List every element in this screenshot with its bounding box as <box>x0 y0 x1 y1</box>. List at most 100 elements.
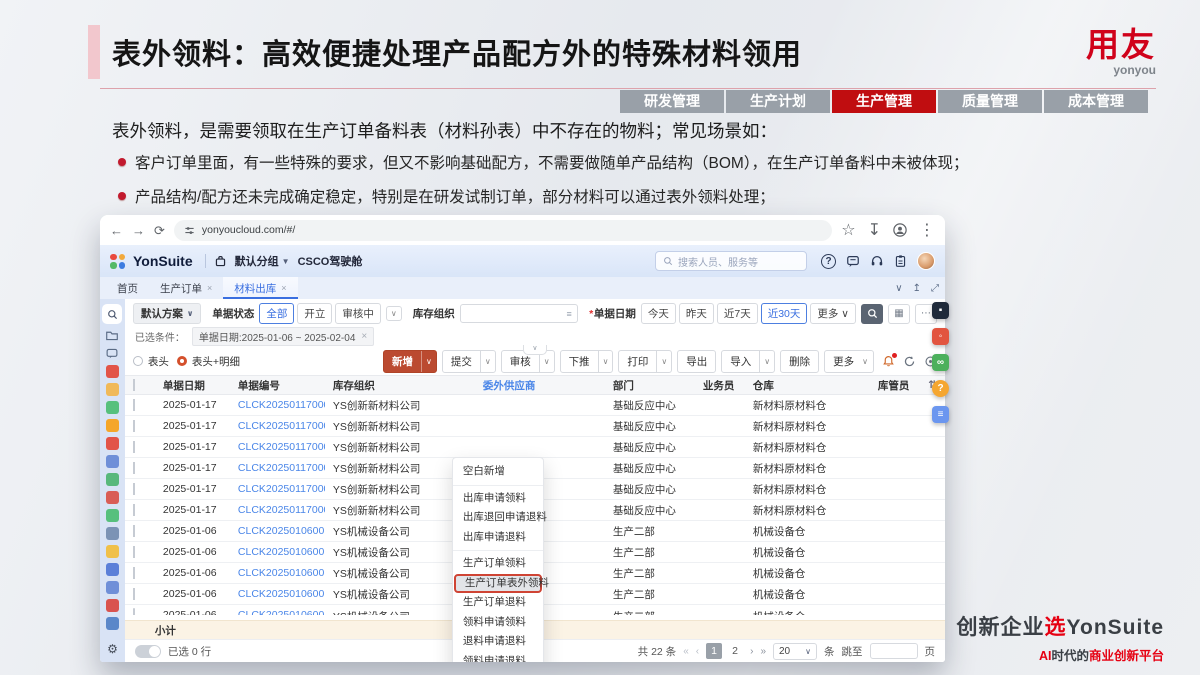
refresh-icon[interactable] <box>903 355 916 368</box>
assistant-clipboard-icon[interactable]: ≡ <box>932 406 949 423</box>
menu-item[interactable]: 出库申请退料 <box>453 528 543 548</box>
menu-item[interactable]: 领料申请领料 <box>453 613 543 633</box>
filter-search-button[interactable] <box>861 304 883 324</box>
menu-item[interactable]: 退料申请退料 <box>453 632 543 652</box>
row-checkbox[interactable] <box>133 608 135 615</box>
last-page-icon[interactable]: » <box>760 646 766 657</box>
scheme-selector[interactable]: 默认方案∨ <box>133 303 202 324</box>
module-tab[interactable]: 成本管理 <box>1044 90 1148 113</box>
dock-app-icon[interactable] <box>106 527 119 540</box>
date-option[interactable]: 昨天 <box>679 303 714 324</box>
menu-item[interactable]: 出库申请领料 <box>453 489 543 509</box>
menu-item[interactable]: 出库退回申请退料 <box>453 508 543 528</box>
user-avatar[interactable] <box>917 252 935 270</box>
dock-app-icon[interactable] <box>106 491 119 504</box>
dock-app-icon[interactable] <box>106 599 119 612</box>
org-input[interactable]: ≡ <box>460 304 578 323</box>
toolbar-button[interactable]: 导入∨ <box>721 350 775 373</box>
toolbar-button[interactable]: 删除 <box>780 350 819 373</box>
browser-menu-icon[interactable]: ⋮ <box>919 220 935 240</box>
date-option[interactable]: 近30天 <box>761 303 808 324</box>
group-selector[interactable]: 默认分组▼ <box>235 253 290 269</box>
status-option[interactable]: 开立 <box>297 303 332 324</box>
row-checkbox[interactable] <box>133 567 135 579</box>
cell-document-link[interactable]: CLCK2025010600... <box>230 525 325 537</box>
cell-document-link[interactable]: CLCK20250117000... <box>230 441 325 453</box>
first-page-icon[interactable]: « <box>683 646 689 657</box>
toolbar-button[interactable]: 提交∨ <box>442 350 496 373</box>
module-tab[interactable]: 生产管理 <box>832 90 936 113</box>
menu-item[interactable]: 领料申请退料 <box>453 652 543 663</box>
remove-tag-icon[interactable]: × <box>361 331 367 342</box>
row-checkbox[interactable] <box>133 399 135 411</box>
row-checkbox[interactable] <box>133 441 135 453</box>
profile-icon[interactable] <box>893 223 907 237</box>
tasks-icon[interactable] <box>894 254 907 268</box>
dock-chat-icon[interactable] <box>105 347 119 360</box>
close-tab-icon[interactable]: × <box>281 283 286 293</box>
page-number[interactable]: 2 <box>727 643 743 659</box>
row-checkbox[interactable] <box>133 504 135 516</box>
menu-item-highlighted[interactable]: 生产订单表外领料 <box>454 574 542 594</box>
collapse-filter-button[interactable]: ∨ <box>523 345 547 355</box>
assistant-red-app-icon[interactable]: ◦ <box>932 328 949 345</box>
bookmark-star-icon[interactable]: ☆ <box>841 220 855 240</box>
cell-document-link[interactable]: CLCK20250117000... <box>230 483 325 495</box>
split-caret-icon[interactable]: ∨ <box>759 351 774 372</box>
fullscreen-icon[interactable]: ⤢ <box>931 283 939 294</box>
menu-item[interactable]: 空白新增 <box>453 462 543 482</box>
date-option[interactable]: 更多 ∨ <box>810 303 856 324</box>
module-tab[interactable]: 研发管理 <box>620 90 724 113</box>
split-caret-icon[interactable]: ∨ <box>598 351 613 372</box>
date-option[interactable]: 今天 <box>641 303 676 324</box>
page-tab[interactable]: 材料出库× <box>223 277 297 299</box>
reload-icon[interactable]: ⟳ <box>154 224 165 237</box>
headset-icon[interactable] <box>870 254 884 268</box>
dock-folder-icon[interactable] <box>105 329 119 342</box>
row-checkbox[interactable] <box>133 462 135 474</box>
cell-document-link[interactable]: CLCK20250117000... <box>230 504 325 516</box>
dock-app-icon[interactable] <box>106 455 119 468</box>
assistant-help-icon[interactable]: ? <box>932 380 949 397</box>
dock-app-icon[interactable] <box>106 545 119 558</box>
dock-app-icon[interactable] <box>106 581 119 594</box>
toolbar-button[interactable]: 更多∨ <box>824 350 874 373</box>
dock-app-icon[interactable] <box>106 401 119 414</box>
row-checkbox[interactable] <box>133 420 135 432</box>
select-all-checkbox[interactable] <box>133 379 135 391</box>
dock-app-icon[interactable] <box>106 419 119 432</box>
toolbar-button[interactable]: 下推∨ <box>560 350 614 373</box>
page-tab[interactable]: 首页 <box>106 277 149 299</box>
assistant-briefcase-icon[interactable]: ▪ <box>932 302 949 319</box>
status-option[interactable]: 审核中 <box>335 303 381 324</box>
cell-document-link[interactable]: CLCK2025010600... <box>230 546 325 558</box>
toolbar-button[interactable]: 打印∨ <box>618 350 672 373</box>
next-page-icon[interactable]: › <box>750 646 753 657</box>
workspace-name[interactable]: CSCO驾驶舱 <box>298 253 363 269</box>
menu-item[interactable]: 生产订单领料 <box>453 554 543 574</box>
assistant-link-icon[interactable]: ∞ <box>932 354 949 371</box>
dock-app-icon[interactable] <box>106 509 119 522</box>
close-tab-icon[interactable]: × <box>207 283 212 293</box>
cell-document-link[interactable]: CLCK20250117000... <box>230 462 325 474</box>
forward-icon[interactable]: → <box>132 224 145 237</box>
menu-item[interactable]: 生产订单退料 <box>453 593 543 613</box>
dock-app-icon[interactable] <box>106 473 119 486</box>
cell-document-link[interactable]: CLCK20250117000... <box>230 399 325 411</box>
back-icon[interactable]: ← <box>110 224 123 237</box>
jump-page-input[interactable] <box>870 643 918 659</box>
row-checkbox[interactable] <box>133 588 135 600</box>
pin-up-icon[interactable]: ↥ <box>913 283 921 294</box>
help-icon[interactable]: ? <box>821 254 836 269</box>
status-option[interactable]: 全部 <box>259 303 294 324</box>
row-checkbox[interactable] <box>133 525 135 537</box>
workspace-icon[interactable] <box>214 255 227 268</box>
notification-bell-icon[interactable] <box>882 355 895 368</box>
toolbar-button[interactable]: 导出 <box>677 350 716 373</box>
page-tab[interactable]: 生产订单× <box>149 277 223 299</box>
cell-document-link[interactable]: CLCK2025010600... <box>230 567 325 579</box>
dock-app-icon[interactable] <box>106 437 119 450</box>
split-caret-icon[interactable]: ∨ <box>421 351 436 372</box>
date-option[interactable]: 近7天 <box>717 303 758 324</box>
dock-app-icon[interactable] <box>106 383 119 396</box>
